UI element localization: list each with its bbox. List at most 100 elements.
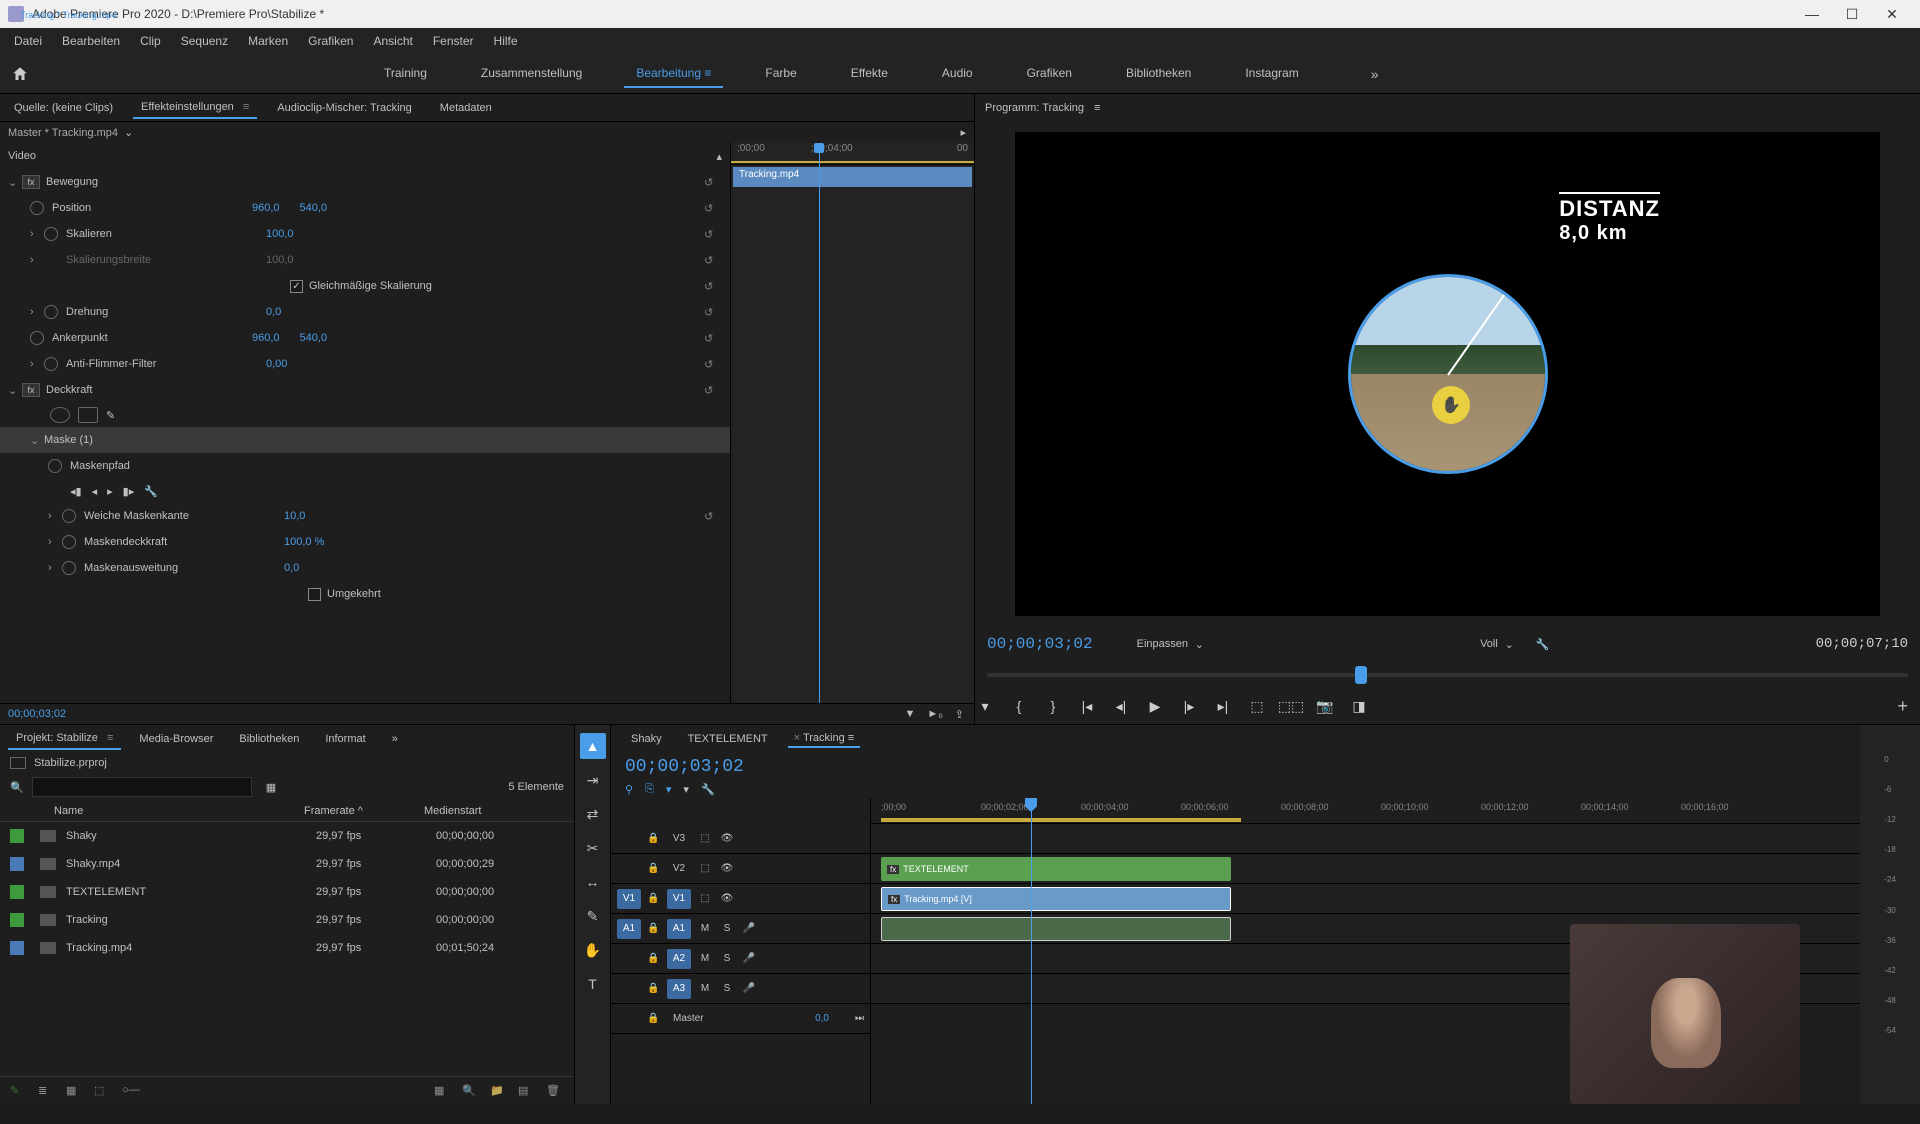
- gleichm-checkbox[interactable]: [290, 280, 303, 293]
- menu-datei[interactable]: Datei: [4, 30, 52, 52]
- menu-clip[interactable]: Clip: [130, 30, 171, 52]
- toggle-output-icon[interactable]: ⬚: [697, 893, 713, 904]
- table-row[interactable]: Shaky 29,97 fps 00;00;00;00: [0, 822, 574, 850]
- deckkraft-label[interactable]: Deckkraft: [46, 384, 246, 396]
- solo-button[interactable]: S: [719, 953, 735, 964]
- effect-timecode[interactable]: 00;00;03;02: [0, 704, 74, 724]
- slip-tool[interactable]: ↔: [580, 869, 606, 895]
- pen-mask-tool[interactable]: ✎: [106, 409, 115, 422]
- ws-effekte[interactable]: Effekte: [839, 60, 900, 88]
- snap-icon[interactable]: ⚲: [625, 783, 633, 796]
- stopwatch-icon[interactable]: [62, 509, 76, 523]
- toggle-output-icon[interactable]: ⬚: [697, 863, 713, 874]
- go-to-in-icon[interactable]: |◂: [1077, 696, 1097, 716]
- col-medienstart[interactable]: Medienstart: [424, 805, 481, 817]
- work-area-bar[interactable]: [731, 161, 974, 163]
- table-row[interactable]: Shaky.mp4 29,97 fps 00;00;00;29: [0, 850, 574, 878]
- reset-icon[interactable]: ↺: [704, 202, 722, 215]
- timeline-timecode[interactable]: 00;00;03;02: [611, 753, 1860, 781]
- go-to-out-icon[interactable]: ▸|: [1213, 696, 1233, 716]
- tab-media-browser[interactable]: Media-Browser: [131, 729, 221, 749]
- close-button[interactable]: ✕: [1872, 0, 1912, 28]
- filter-bin-icon[interactable]: ▦: [266, 781, 276, 794]
- fx-badge[interactable]: fx: [22, 175, 40, 189]
- track-a2[interactable]: A2: [667, 949, 691, 969]
- trash-icon[interactable]: 🗑: [546, 1084, 564, 1098]
- tl-settings-icon[interactable]: ▾: [683, 783, 689, 796]
- extract-icon[interactable]: ⬚⬚: [1281, 696, 1301, 716]
- play-icon[interactable]: ▶: [1145, 696, 1165, 716]
- reset-icon[interactable]: ↺: [704, 306, 722, 319]
- expand-icon[interactable]: ›: [30, 254, 44, 266]
- mute-button[interactable]: M: [697, 953, 713, 964]
- anker-x[interactable]: 960,0: [252, 332, 280, 344]
- stopwatch-icon[interactable]: [30, 331, 44, 345]
- position-x[interactable]: 960,0: [252, 202, 280, 214]
- expand-icon[interactable]: ›: [30, 306, 44, 318]
- export-icon[interactable]: ⇪: [955, 708, 964, 721]
- add-button-icon[interactable]: +: [1897, 696, 1908, 717]
- ws-instagram[interactable]: Instagram: [1233, 60, 1310, 88]
- marker-icon[interactable]: ▾: [666, 783, 672, 796]
- ws-farbe[interactable]: Farbe: [753, 60, 808, 88]
- maskenausw-value[interactable]: 0,0: [284, 562, 299, 574]
- stopwatch-icon[interactable]: [62, 535, 76, 549]
- lock-icon[interactable]: 🔒: [647, 863, 661, 874]
- razor-tool[interactable]: ✂: [580, 835, 606, 861]
- selection-tool[interactable]: ▲: [580, 733, 606, 759]
- wrench-icon[interactable]: 🔧: [701, 783, 715, 796]
- pen-tool[interactable]: ✎: [580, 903, 606, 929]
- voiceover-icon[interactable]: 🎤: [741, 923, 757, 934]
- solo-button[interactable]: S: [719, 983, 735, 994]
- eye-icon[interactable]: 👁: [719, 863, 735, 874]
- reset-icon[interactable]: ↺: [704, 332, 722, 345]
- effect-playhead[interactable]: [819, 143, 820, 703]
- table-row[interactable]: Tracking 29,97 fps 00;00;00;00: [0, 906, 574, 934]
- ws-bibliotheken[interactable]: Bibliotheken: [1114, 60, 1203, 88]
- list-view-icon[interactable]: ≣: [38, 1084, 56, 1098]
- lock-icon[interactable]: 🔒: [647, 953, 661, 964]
- weiche-value[interactable]: 10,0: [284, 510, 305, 522]
- expand-icon[interactable]: ›: [30, 228, 44, 240]
- timeline-ruler[interactable]: ;00;00 00;00;02;00 00;00;04;00 00;00;06;…: [871, 798, 1860, 824]
- rect-mask-tool[interactable]: [78, 407, 98, 423]
- linked-selection-icon[interactable]: ⎘: [645, 783, 654, 796]
- maske-label[interactable]: Maske (1): [44, 434, 244, 446]
- menu-ansicht[interactable]: Ansicht: [363, 30, 422, 52]
- track-back-one-icon[interactable]: ◂▮: [70, 485, 82, 498]
- workspace-overflow-icon[interactable]: »: [1371, 66, 1379, 82]
- col-framerate[interactable]: Framerate ^: [304, 805, 424, 817]
- stopwatch-icon[interactable]: [30, 201, 44, 215]
- master-dropdown-icon[interactable]: ⌄: [124, 126, 133, 139]
- lock-icon[interactable]: 🔒: [647, 893, 661, 904]
- export-frame-icon[interactable]: 📷: [1315, 696, 1335, 716]
- anker-y[interactable]: 540,0: [300, 332, 328, 344]
- step-back-icon[interactable]: ◂|: [1111, 696, 1131, 716]
- src-v1[interactable]: V1: [617, 889, 641, 909]
- expand-icon[interactable]: ›: [48, 510, 62, 522]
- reset-icon[interactable]: ↺: [704, 228, 722, 241]
- program-scrubber[interactable]: [987, 662, 1908, 688]
- voiceover-icon[interactable]: 🎤: [741, 983, 757, 994]
- lock-icon[interactable]: 🔒: [647, 923, 661, 934]
- reset-icon[interactable]: ↺: [704, 280, 722, 293]
- program-viewport[interactable]: DISTANZ 8,0 km: [1015, 132, 1880, 616]
- menu-hilfe[interactable]: Hilfe: [484, 30, 528, 52]
- effect-timeline[interactable]: ;00;00 ;00;04;00 00 Tracking.mp4: [730, 143, 974, 703]
- search-icon[interactable]: 🔍: [10, 781, 24, 794]
- ripple-tool[interactable]: ⇄: [580, 801, 606, 827]
- toggle-output-icon[interactable]: ⬚: [697, 833, 713, 844]
- hand-tool[interactable]: ✋: [580, 937, 606, 963]
- type-tool[interactable]: T: [580, 971, 606, 997]
- lock-icon[interactable]: 🔒: [647, 983, 661, 994]
- ws-training[interactable]: Training: [372, 60, 439, 88]
- zoom-slider[interactable]: ○—: [122, 1084, 140, 1098]
- search-input[interactable]: [32, 777, 252, 797]
- tab-projekt[interactable]: Projekt: Stabilize ≡: [8, 728, 121, 750]
- minimize-button[interactable]: —: [1792, 0, 1832, 28]
- drehung-value[interactable]: 0,0: [266, 306, 281, 318]
- icon-view-icon[interactable]: ▦: [66, 1084, 84, 1098]
- expand-icon[interactable]: ⌄: [8, 384, 22, 397]
- expand-icon[interactable]: ›: [30, 358, 44, 370]
- reset-icon[interactable]: ↺: [704, 254, 722, 267]
